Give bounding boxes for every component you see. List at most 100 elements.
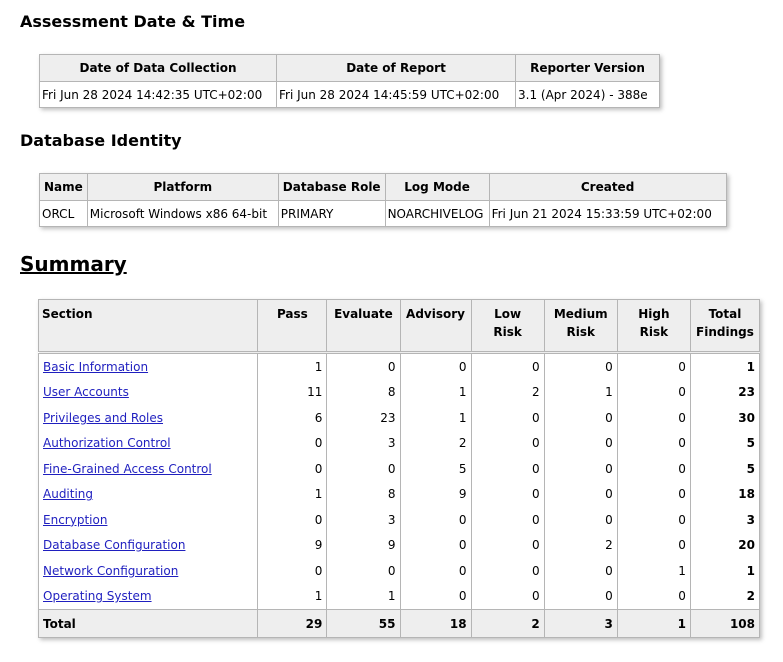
section-cell: Operating System (37, 583, 259, 610)
medium-cell: 0 (543, 352, 618, 380)
section-link[interactable]: Network Configuration (43, 564, 178, 578)
summary-total-row: Total 29 55 18 2 3 1 108 (37, 609, 761, 638)
section-link[interactable]: Encryption (43, 513, 107, 527)
summary-heading: Summary (20, 252, 127, 276)
pass-cell: 1 (257, 481, 328, 507)
section-link[interactable]: User Accounts (43, 385, 129, 399)
col-header-medium-risk: Medium Risk (543, 299, 618, 353)
medium-cell: 2 (543, 532, 618, 558)
section-cell: Encryption (37, 507, 259, 533)
evaluate-cell: 0 (326, 352, 401, 380)
identity-header-row: Name Platform Database Role Log Mode Cre… (39, 173, 727, 201)
medium-cell: 1 (543, 379, 618, 405)
section-link[interactable]: Basic Information (43, 360, 148, 374)
total-medium-risk: 3 (543, 609, 618, 638)
pass-cell: 11 (257, 379, 328, 405)
database-role-value: PRIMARY (277, 200, 386, 227)
total-pass: 29 (257, 609, 328, 638)
section-link[interactable]: Database Configuration (43, 538, 185, 552)
evaluate-cell: 8 (326, 379, 401, 405)
section-link[interactable]: Operating System (43, 589, 152, 603)
advisory-cell: 0 (399, 558, 472, 584)
pass-cell: 0 (257, 456, 328, 482)
assessment-table: Date of Data Collection Date of Report R… (39, 54, 660, 108)
pass-cell: 1 (257, 583, 328, 610)
identity-table: Name Platform Database Role Log Mode Cre… (39, 173, 727, 227)
table-row: Network Configuration 0 0 0 0 0 1 1 (37, 558, 761, 584)
section-cell: Auditing (37, 481, 259, 507)
assessment-data-row: Fri Jun 28 2024 14:42:35 UTC+02:00 Fri J… (39, 81, 660, 108)
section-cell: Authorization Control (37, 430, 259, 456)
low-cell: 0 (470, 430, 545, 456)
pass-cell: 0 (257, 507, 328, 533)
high-cell: 0 (616, 481, 691, 507)
section-cell: Database Configuration (37, 532, 259, 558)
col-header-created: Created (488, 173, 727, 201)
total-cell: 5 (689, 430, 761, 456)
section-link[interactable]: Auditing (43, 487, 93, 501)
identity-data-row: ORCL Microsoft Windows x86 64-bit PRIMAR… (39, 200, 727, 227)
advisory-cell: 2 (399, 430, 472, 456)
high-cell: 0 (616, 430, 691, 456)
total-cell: 1 (689, 558, 761, 584)
section-link[interactable]: Authorization Control (43, 436, 171, 450)
advisory-cell: 9 (399, 481, 472, 507)
table-row: Auditing 1 8 9 0 0 0 18 (37, 481, 761, 507)
platform-value: Microsoft Windows x86 64-bit (86, 200, 279, 227)
evaluate-cell: 23 (326, 405, 401, 431)
col-header-evaluate: Evaluate (326, 299, 401, 353)
col-header-advisory: Advisory (399, 299, 472, 353)
advisory-cell: 0 (399, 507, 472, 533)
high-cell: 0 (616, 507, 691, 533)
advisory-cell: 0 (399, 583, 472, 610)
pass-cell: 6 (257, 405, 328, 431)
table-row: Basic Information 1 0 0 0 0 0 1 (37, 352, 761, 380)
table-row: Privileges and Roles 6 23 1 0 0 0 30 (37, 405, 761, 431)
total-cell: 1 (689, 352, 761, 380)
pass-cell: 9 (257, 532, 328, 558)
total-total-findings: 108 (689, 609, 761, 638)
section-cell: Basic Information (37, 352, 259, 380)
advisory-cell: 1 (399, 379, 472, 405)
col-header-platform: Platform (86, 173, 279, 201)
col-header-high-risk: High Risk (616, 299, 691, 353)
total-cell: 20 (689, 532, 761, 558)
high-cell: 0 (616, 352, 691, 380)
high-cell: 0 (616, 456, 691, 482)
date-report-value: Fri Jun 28 2024 14:45:59 UTC+02:00 (276, 81, 516, 108)
col-header-database-role: Database Role (277, 173, 386, 201)
advisory-cell: 0 (399, 352, 472, 380)
total-evaluate: 55 (326, 609, 401, 638)
section-cell: Privileges and Roles (37, 405, 259, 431)
table-row: Fine-Grained Access Control 0 0 5 0 0 0 5 (37, 456, 761, 482)
medium-cell: 0 (543, 583, 618, 610)
low-cell: 0 (470, 558, 545, 584)
evaluate-cell: 8 (326, 481, 401, 507)
low-cell: 2 (470, 379, 545, 405)
section-cell: User Accounts (37, 379, 259, 405)
low-cell: 0 (470, 405, 545, 431)
high-cell: 0 (616, 583, 691, 610)
evaluate-cell: 0 (326, 558, 401, 584)
evaluate-cell: 9 (326, 532, 401, 558)
section-link[interactable]: Privileges and Roles (43, 411, 163, 425)
low-cell: 0 (470, 481, 545, 507)
col-header-reporter-version: Reporter Version (515, 54, 660, 82)
col-header-date-report: Date of Report (276, 54, 516, 82)
section-cell: Network Configuration (37, 558, 259, 584)
created-value: Fri Jun 21 2024 15:33:59 UTC+02:00 (488, 200, 727, 227)
medium-cell: 0 (543, 456, 618, 482)
table-row: User Accounts 11 8 1 2 1 0 23 (37, 379, 761, 405)
col-header-log-mode: Log Mode (384, 173, 490, 201)
total-cell: 23 (689, 379, 761, 405)
high-cell: 0 (616, 379, 691, 405)
low-cell: 0 (470, 352, 545, 380)
medium-cell: 0 (543, 507, 618, 533)
advisory-cell: 5 (399, 456, 472, 482)
section-link[interactable]: Fine-Grained Access Control (43, 462, 212, 476)
pass-cell: 0 (257, 430, 328, 456)
table-row: Database Configuration 9 9 0 0 2 0 20 (37, 532, 761, 558)
summary-body: Basic Information 1 0 0 0 0 0 1 User Accounts 11 8… (37, 352, 761, 610)
high-cell: 1 (616, 558, 691, 584)
section-cell: Fine-Grained Access Control (37, 456, 259, 482)
